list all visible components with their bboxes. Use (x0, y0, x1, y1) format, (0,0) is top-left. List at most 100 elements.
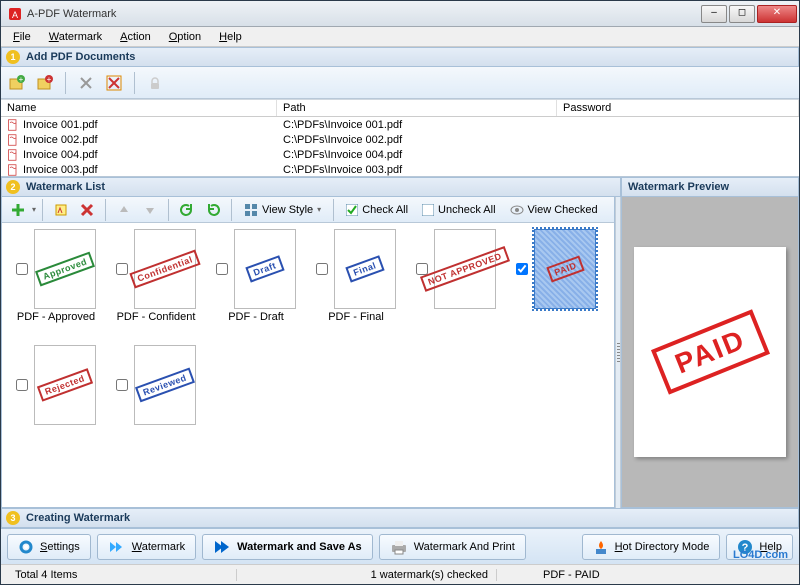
doc-path: C:\PDFs\Invoice 001.pdf (277, 119, 557, 131)
site-credit: LO4D.com (733, 549, 788, 561)
watermark-item[interactable]: Rejected (8, 345, 104, 455)
checked-box-icon (346, 204, 358, 216)
table-row[interactable]: Invoice 004.pdf C:\PDFs\Invoice 004.pdf (1, 147, 799, 162)
doc-path: C:\PDFs\Invoice 002.pdf (277, 134, 557, 146)
close-button[interactable]: ✕ (757, 5, 797, 23)
watermark-print-button[interactable]: Watermark And Print (379, 534, 526, 560)
delete-watermark-button[interactable] (75, 198, 99, 222)
app-icon: A (7, 6, 23, 22)
stamp-icon: NOT APPROVED (420, 246, 510, 292)
pdf-icon (7, 119, 19, 131)
uncheck-all-button[interactable]: Uncheck All (416, 202, 501, 218)
watermark-checkbox[interactable] (416, 263, 428, 275)
status-checked: 1 watermark(s) checked (237, 569, 497, 581)
hot-directory-button[interactable]: Hot Directory Mode (582, 534, 721, 560)
section-add-docs-header: 1 Add PDF Documents (1, 47, 799, 67)
section-number-2: 2 (6, 180, 20, 194)
move-down-button[interactable] (138, 198, 162, 222)
flame-icon (593, 539, 609, 555)
maximize-button[interactable]: ◻ (729, 5, 755, 23)
watermark-thumbnail[interactable]: Rejected (34, 345, 96, 425)
stamp-icon: Rejected (37, 368, 93, 401)
remove-all-button[interactable] (102, 71, 126, 95)
forward-icon (108, 539, 126, 555)
pdf-icon (7, 164, 19, 176)
section-number-3: 3 (6, 511, 20, 525)
lock-button[interactable] (143, 71, 167, 95)
watermark-checkbox[interactable] (116, 263, 128, 275)
menu-watermark[interactable]: Watermark (41, 29, 110, 45)
move-up-button[interactable] (112, 198, 136, 222)
menu-action[interactable]: Action (112, 29, 159, 45)
watermark-checkbox[interactable] (16, 263, 28, 275)
add-folder-button[interactable]: + (33, 71, 57, 95)
view-style-button[interactable]: View Style▾ (238, 201, 327, 219)
import-button[interactable] (175, 198, 199, 222)
view-checked-button[interactable]: View Checked (504, 202, 604, 218)
preview-page: PAID (634, 247, 786, 457)
app-window: A A-PDF Watermark – ◻ ✕ FFileile Waterma… (0, 0, 800, 585)
doc-list: Name Path Password Invoice 001.pdf C:\PDF… (1, 99, 799, 177)
export-button[interactable] (201, 198, 225, 222)
unchecked-box-icon (422, 204, 434, 216)
menu-file[interactable]: FFileile (5, 29, 39, 45)
svg-text:+: + (19, 75, 24, 84)
section-title-3: Creating Watermark (26, 512, 130, 524)
add-file-button[interactable]: + (5, 71, 29, 95)
minimize-button[interactable]: – (701, 5, 727, 23)
grid-icon (244, 203, 258, 217)
col-header-path[interactable]: Path (277, 100, 557, 116)
doc-name: Invoice 004.pdf (23, 149, 98, 161)
check-all-button[interactable]: Check All (340, 202, 414, 218)
action-bar: Settings Watermark Watermark and Save As… (1, 528, 799, 564)
watermark-checkbox[interactable] (516, 263, 528, 275)
add-watermark-button[interactable] (6, 198, 30, 222)
svg-text:+: + (47, 75, 52, 84)
watermark-toolbar: ▾ View Style▾ Check All (2, 197, 614, 223)
watermark-thumbnail[interactable]: Confidential (134, 229, 196, 309)
watermark-item[interactable]: Reviewed (108, 345, 204, 455)
edit-watermark-button[interactable] (49, 198, 73, 222)
watermark-button[interactable]: Watermark (97, 534, 196, 560)
menubar: FFileile Watermark Action Option Help (1, 27, 799, 47)
watermark-checkbox[interactable] (16, 379, 28, 391)
watermark-item[interactable]: Final PDF - Final (308, 229, 404, 339)
doc-name: Invoice 003.pdf (23, 164, 98, 176)
watermark-thumbnail[interactable]: Final (334, 229, 396, 309)
section-number-1: 1 (6, 50, 20, 64)
titlebar: A A-PDF Watermark – ◻ ✕ (1, 1, 799, 27)
col-header-password[interactable]: Password (557, 100, 799, 116)
watermark-item[interactable]: Draft PDF - Draft (208, 229, 304, 339)
watermark-item[interactable]: Approved PDF - Approved (8, 229, 104, 339)
watermark-checkbox[interactable] (116, 379, 128, 391)
doc-list-header: Name Path Password (1, 99, 799, 117)
svg-text:A: A (12, 10, 18, 20)
watermark-item[interactable]: NOT APPROVED (408, 229, 504, 339)
printer-icon (390, 539, 408, 555)
watermark-label: PDF - Confident (113, 311, 199, 323)
watermark-thumbnail[interactable]: Draft (234, 229, 296, 309)
watermark-save-as-button[interactable]: Watermark and Save As (202, 534, 373, 560)
table-row[interactable]: Invoice 002.pdf C:\PDFs\Invoice 002.pdf (1, 132, 799, 147)
watermark-grid: Approved PDF - Approved Confidential PDF… (2, 223, 614, 507)
remove-button[interactable] (74, 71, 98, 95)
watermark-thumbnail[interactable]: PAID (534, 229, 596, 309)
col-header-name[interactable]: Name (1, 100, 277, 116)
watermark-checkbox[interactable] (316, 263, 328, 275)
menu-option[interactable]: Option (161, 29, 209, 45)
watermark-checkbox[interactable] (216, 263, 228, 275)
table-row[interactable]: Invoice 001.pdf C:\PDFs\Invoice 001.pdf (1, 117, 799, 132)
watermark-item[interactable]: PAID (508, 229, 604, 339)
watermark-item[interactable]: Confidential PDF - Confident (108, 229, 204, 339)
doc-path: C:\PDFs\Invoice 004.pdf (277, 149, 557, 161)
watermark-thumbnail[interactable]: Approved (34, 229, 96, 309)
settings-button[interactable]: Settings (7, 534, 91, 560)
table-row[interactable]: Invoice 003.pdfC:\PDFs\Invoice 003.pdf (1, 162, 799, 177)
doc-name: Invoice 002.pdf (23, 134, 98, 146)
forward-bold-icon (213, 539, 231, 555)
stamp-icon: Approved (35, 252, 95, 287)
watermark-thumbnail[interactable]: Reviewed (134, 345, 196, 425)
menu-help[interactable]: Help (211, 29, 250, 45)
doc-name: Invoice 001.pdf (23, 119, 98, 131)
watermark-thumbnail[interactable]: NOT APPROVED (434, 229, 496, 309)
